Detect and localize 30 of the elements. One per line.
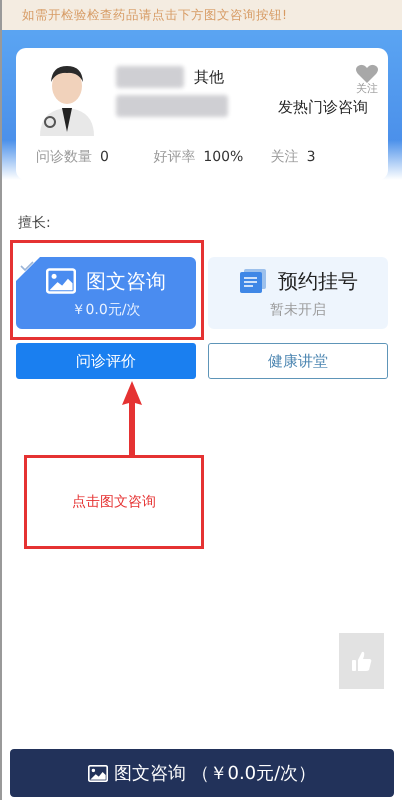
stat-label: 关注	[270, 148, 299, 166]
service-title: 预约挂号	[278, 268, 358, 294]
notice-text: 如需开检验检查药品请点击下方图文咨询按钮!	[22, 6, 288, 24]
thumbs-up-icon	[350, 650, 372, 672]
follow-label: 关注	[356, 81, 378, 96]
service-card[interactable]: 图文咨询 ￥0.0元/次	[16, 257, 196, 329]
stat-label: 问诊数量	[36, 148, 92, 166]
doctor-title: 其他	[194, 68, 224, 86]
blurred-name	[116, 66, 184, 88]
service-subtitle: ￥0.0元/次	[72, 300, 140, 318]
image-icon	[46, 268, 76, 294]
like-button[interactable]	[339, 633, 384, 689]
stat-value: 100%	[203, 149, 244, 165]
follow-button[interactable]: 关注	[356, 64, 378, 96]
service-subtitle: 暂未开启	[270, 300, 326, 318]
document-list-icon	[238, 268, 268, 294]
tab[interactable]: 健康讲堂	[208, 343, 388, 379]
annotation-text: 点击图文咨询	[72, 493, 156, 511]
stat-label: 好评率	[153, 148, 196, 166]
stat-value: 3	[306, 149, 316, 165]
service-title: 图文咨询	[86, 268, 166, 294]
check-icon	[20, 261, 34, 271]
specialty-label: 擅长:	[18, 215, 51, 231]
stat-value: 0	[100, 149, 109, 165]
image-icon	[88, 764, 108, 782]
tab[interactable]: 问诊评价	[16, 343, 196, 379]
consult-button[interactable]: 图文咨询 （￥0.0元/次）	[10, 749, 394, 797]
heart-icon	[356, 64, 378, 83]
department: 发热门诊咨询	[278, 98, 368, 117]
service-card[interactable]: 预约挂号 暂未开启	[208, 257, 388, 329]
